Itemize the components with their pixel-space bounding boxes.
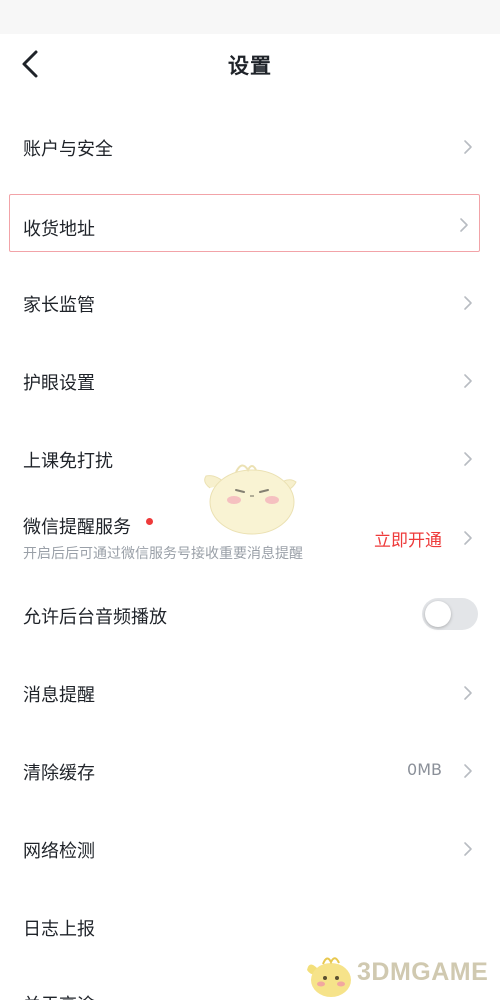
cache-size-value: 0MB (407, 760, 442, 779)
row-label: 收货地址 (23, 219, 95, 240)
page-title: 设置 (228, 54, 272, 78)
row-label: 账户与安全 (23, 139, 113, 160)
row-network-test[interactable]: 网络检测 (0, 810, 500, 888)
new-badge-dot (146, 518, 153, 525)
enable-now-link[interactable]: 立即开通 (374, 526, 442, 551)
row-label: 家长监管 (23, 295, 95, 316)
row-account-security[interactable]: 账户与安全 (0, 108, 500, 186)
row-label: 允许后台音频播放 (23, 607, 167, 628)
row-label: 上课免打扰 (23, 451, 113, 472)
chevron-right-icon (462, 840, 474, 858)
status-bar (0, 0, 500, 34)
row-background-audio: 允许后台音频播放 (0, 576, 500, 654)
row-label: 日志上报 (23, 919, 95, 940)
row-parental-control[interactable]: 家长监管 (0, 264, 500, 342)
3dmgame-watermark: 3DMGAME (305, 948, 500, 1000)
row-description: 开启后后可通过微信服务号接收重要消息提醒 (23, 546, 303, 562)
mascot-watermark-image (196, 456, 304, 536)
chevron-right-icon (462, 684, 474, 702)
toggle-knob (425, 601, 451, 627)
row-shipping-address[interactable]: 收货地址 (9, 194, 480, 252)
chevron-right-icon (462, 450, 474, 468)
chevron-right-icon (462, 372, 474, 390)
row-message-notification[interactable]: 消息提醒 (0, 654, 500, 732)
row-label: 消息提醒 (23, 685, 95, 706)
mascot-logo-icon (307, 957, 351, 997)
chevron-right-icon (462, 529, 474, 547)
row-label: 微信提醒服务 (23, 517, 131, 538)
chevron-right-icon (458, 216, 470, 234)
row-label: 网络检测 (23, 841, 95, 862)
row-eye-protection[interactable]: 护眼设置 (0, 342, 500, 420)
chevron-right-icon (462, 762, 474, 780)
row-label: 关于高途 (23, 991, 95, 1000)
row-label: 清除缓存 (23, 763, 95, 784)
nav-bar: 设置 (0, 34, 500, 96)
row-label: 护眼设置 (23, 373, 95, 394)
chevron-right-icon (462, 138, 474, 156)
watermark-text: 3DMGAME (357, 958, 489, 986)
row-clear-cache[interactable]: 清除缓存 0MB (0, 732, 500, 810)
background-audio-toggle[interactable] (422, 598, 478, 630)
chevron-right-icon (462, 294, 474, 312)
